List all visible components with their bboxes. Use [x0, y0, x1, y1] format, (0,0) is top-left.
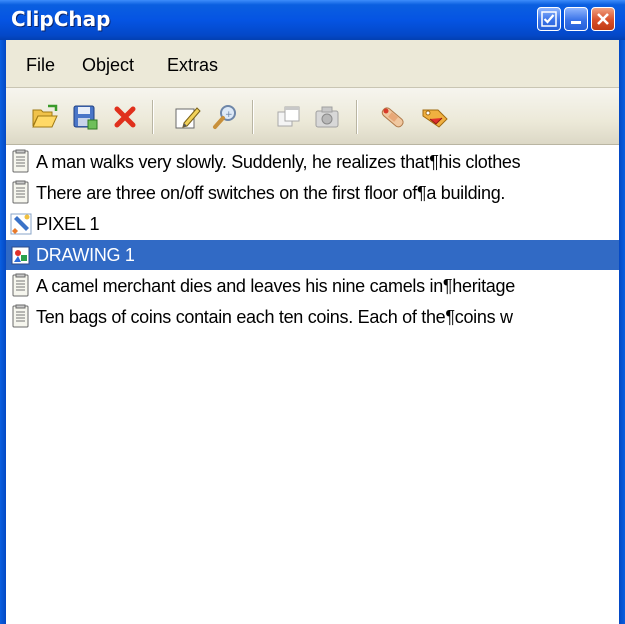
drawing-palette-icon: [9, 242, 33, 268]
camera-icon: [315, 106, 339, 128]
red-x-delete-icon: [114, 106, 136, 128]
find-button[interactable]: +: [210, 102, 240, 132]
list-item[interactable]: There are three on/off switches on the f…: [6, 178, 619, 208]
toolbar-separator: [252, 100, 254, 134]
main-window: ClipChap File Object Extras + A man walk…: [0, 0, 625, 624]
copy-windows-icon: [277, 106, 300, 127]
help-button[interactable]: [537, 7, 561, 31]
tag-icon: [422, 109, 448, 128]
list-item-label: PIXEL 1: [36, 213, 100, 234]
menu-bar: File Object Extras: [6, 40, 619, 88]
toolbar-separator: [152, 100, 154, 134]
clip-list[interactable]: A man walks very slowly. Suddenly, he re…: [6, 145, 619, 624]
menu-object[interactable]: Object: [82, 55, 134, 76]
camera-button[interactable]: [312, 102, 342, 132]
checkmark-icon: [541, 11, 557, 27]
list-item-label: Ten bags of coins contain each ten coins…: [36, 306, 513, 327]
list-item-label: There are three on/off switches on the f…: [36, 182, 506, 203]
list-item-label: A man walks very slowly. Suddenly, he re…: [36, 151, 521, 172]
menu-file[interactable]: File: [26, 55, 55, 76]
copy-button[interactable]: [274, 102, 304, 132]
magnifier-icon: +: [213, 105, 236, 129]
floppy-save-icon: [73, 105, 98, 130]
text-note-icon: [9, 304, 33, 330]
text-note-icon: [9, 149, 33, 175]
list-item[interactable]: PIXEL 1: [6, 209, 619, 239]
toolbar-separator: [356, 100, 358, 134]
patch-button[interactable]: [378, 102, 408, 132]
list-item[interactable]: Ten bags of coins contain each ten coins…: [6, 302, 619, 332]
open-button[interactable]: [30, 102, 60, 132]
svg-text:+: +: [225, 110, 233, 120]
close-button[interactable]: [591, 7, 615, 31]
text-note-icon: [9, 273, 33, 299]
window-frame-right: [619, 40, 625, 624]
list-item[interactable]: A man walks very slowly. Suddenly, he re…: [6, 147, 619, 177]
list-item-label: A camel merchant dies and leaves his nin…: [36, 275, 515, 296]
text-note-icon: [9, 180, 33, 206]
pixel-paint-icon: [9, 211, 33, 237]
title-bar[interactable]: ClipChap: [0, 0, 625, 40]
list-item-selected[interactable]: DRAWING 1: [6, 240, 619, 270]
list-item[interactable]: A camel merchant dies and leaves his nin…: [6, 271, 619, 301]
delete-button[interactable]: [110, 102, 140, 132]
minimize-button[interactable]: [564, 7, 588, 31]
folder-open-icon: [32, 104, 58, 128]
toolbar: +: [6, 88, 619, 145]
close-icon: [597, 13, 609, 25]
edit-button[interactable]: [172, 102, 202, 132]
list-item-label: DRAWING 1: [36, 244, 135, 265]
menu-extras[interactable]: Extras: [167, 55, 218, 76]
save-button[interactable]: [70, 102, 100, 132]
tag-button[interactable]: [420, 102, 450, 132]
minimize-icon: [571, 21, 581, 24]
window-title: ClipChap: [11, 7, 111, 31]
pencil-edit-icon: [175, 107, 201, 129]
bandage-icon: [381, 107, 404, 128]
